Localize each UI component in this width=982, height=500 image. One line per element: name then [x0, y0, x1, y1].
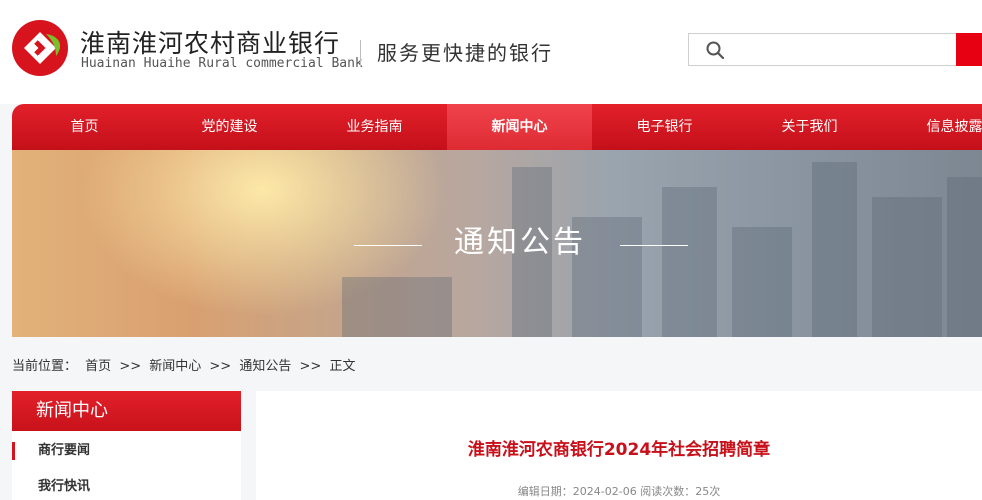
slogan: 服务更快捷的银行: [377, 41, 553, 65]
nav-item-party-building[interactable]: 党的建设: [157, 104, 302, 150]
banner-line-right: [620, 245, 688, 246]
nav-item-e-banking[interactable]: 电子银行: [592, 104, 737, 150]
breadcrumb-prefix: 当前位置：: [12, 359, 78, 374]
search-box: [688, 33, 956, 66]
sidebar: 新闻中心 商行要闻 我行快讯: [12, 391, 241, 500]
search-input[interactable]: [733, 34, 953, 65]
nav-item-business-guide[interactable]: 业务指南: [302, 104, 447, 150]
article-title: 淮南淮河农商银行2024年社会招聘简章: [467, 440, 771, 460]
article-meta: 编辑日期：2024-02-06 阅读次数：25次: [517, 485, 721, 498]
banner-title: 通知公告: [454, 225, 586, 260]
nav-item-home[interactable]: 首页: [12, 104, 157, 150]
search-icon: [706, 41, 725, 60]
sidebar-item-bank-flash[interactable]: 我行快讯: [12, 469, 241, 500]
breadcrumb-item-home[interactable]: 首页: [85, 359, 111, 374]
breadcrumb: 当前位置： 首页 >> 新闻中心 >> 通知公告 >> 正文: [12, 355, 359, 374]
bank-name-en: Huainan Huaihe Rural commercial Bank: [81, 56, 363, 71]
main-nav: 首页 党的建设 业务指南 新闻中心 电子银行 关于我们 信息披露: [12, 104, 982, 150]
search-button[interactable]: [956, 33, 982, 66]
header-divider: [360, 40, 361, 67]
bank-name-cn[interactable]: 淮南淮河农村商业银行: [80, 24, 340, 60]
sidebar-title: 新闻中心: [12, 391, 241, 431]
sidebar-item-label: 我行快讯: [38, 479, 91, 494]
site-header: 淮南淮河农村商业银行 Huainan Huaihe Rural commerci…: [0, 0, 982, 104]
breadcrumb-separator: >>: [299, 359, 322, 374]
bank-logo-icon[interactable]: [12, 20, 68, 76]
page-banner: 通知公告: [12, 150, 982, 337]
sidebar-item-bank-news[interactable]: 商行要闻: [12, 433, 241, 469]
banner-building: [342, 277, 452, 337]
breadcrumb-item-current: 正文: [329, 359, 356, 374]
breadcrumb-item-notices[interactable]: 通知公告: [239, 359, 291, 374]
breadcrumb-item-news-center[interactable]: 新闻中心: [149, 359, 201, 374]
breadcrumb-separator: >>: [119, 359, 142, 374]
nav-item-news-center[interactable]: 新闻中心: [447, 104, 592, 150]
nav-item-about-us[interactable]: 关于我们: [737, 104, 882, 150]
sidebar-item-label: 商行要闻: [38, 443, 91, 458]
article-panel: 淮南淮河农商银行2024年社会招聘简章 编辑日期：2024-02-06 阅读次数…: [256, 391, 982, 500]
banner-building: [662, 187, 717, 337]
breadcrumb-separator: >>: [209, 359, 232, 374]
active-marker: [12, 442, 15, 460]
nav-item-disclosure[interactable]: 信息披露: [882, 104, 982, 150]
